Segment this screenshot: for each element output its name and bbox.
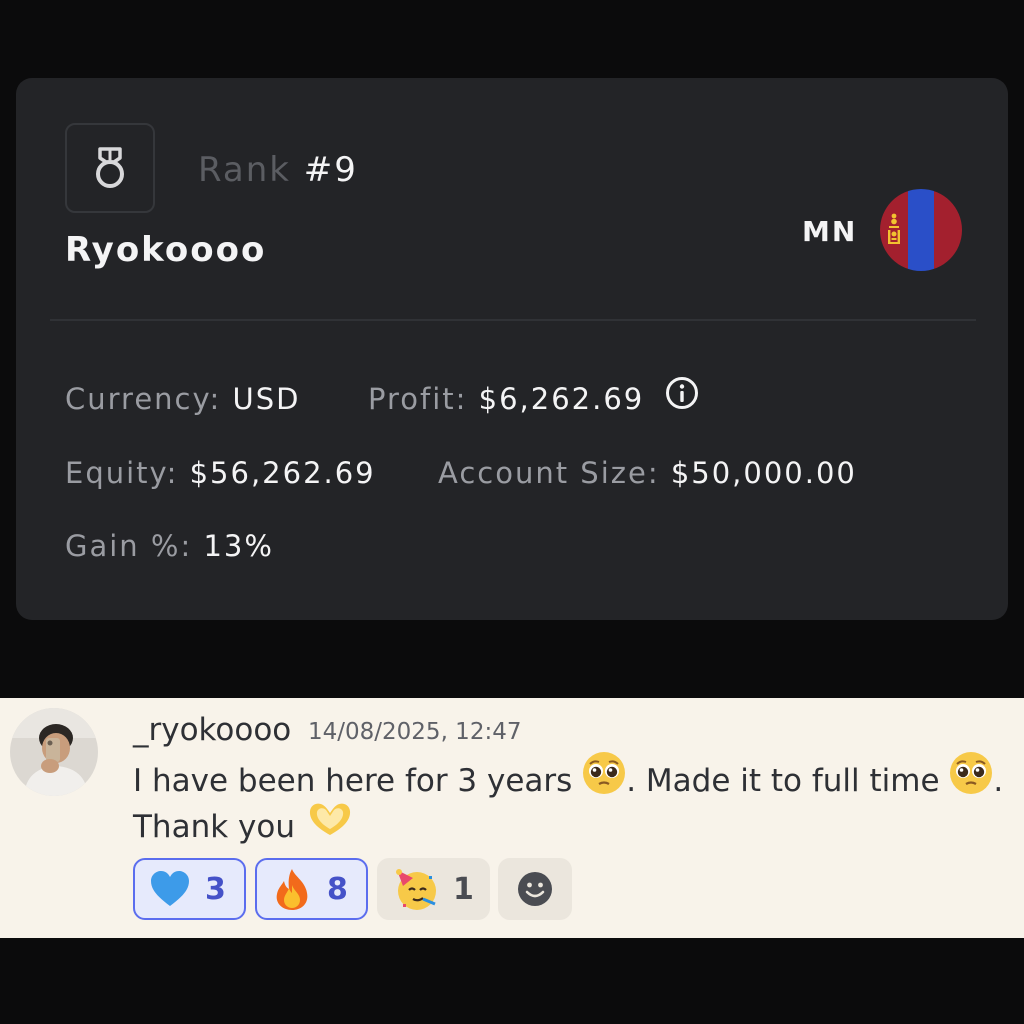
message-author[interactable]: _ryokoooo bbox=[133, 710, 291, 750]
blue-heart-icon bbox=[151, 871, 189, 906]
pleading-face-icon bbox=[949, 751, 993, 808]
reaction-partying-face[interactable]: 1 bbox=[377, 858, 490, 920]
chat-message: _ryokoooo 14/08/2025, 12:47 I have been … bbox=[0, 698, 1024, 938]
rank-line: Rank #9 bbox=[198, 146, 358, 194]
medal-icon bbox=[96, 147, 124, 188]
mongolia-flag-icon bbox=[880, 189, 962, 271]
stat-account-size: Account Size: $50,000.00 bbox=[438, 453, 857, 493]
message-text: Thank you bbox=[133, 809, 295, 845]
message-text-line-2: Thank you bbox=[133, 802, 355, 855]
stat-label: Account Size: bbox=[438, 456, 660, 490]
stat-label: Gain %: bbox=[65, 529, 193, 563]
card-divider bbox=[50, 319, 976, 321]
stat-value: $56,262.69 bbox=[189, 456, 376, 490]
smiley-icon bbox=[518, 872, 552, 906]
reaction-count: 3 bbox=[205, 871, 226, 907]
reaction-blue-heart[interactable]: 3 bbox=[133, 858, 246, 920]
avatar[interactable] bbox=[10, 708, 98, 796]
stat-label: Equity: bbox=[65, 456, 179, 490]
rank-label: Rank bbox=[198, 150, 291, 190]
stat-currency: Currency: USD bbox=[65, 379, 301, 419]
message-timestamp: 14/08/2025, 12:47 bbox=[308, 719, 522, 745]
reaction-fire[interactable]: 8 bbox=[255, 858, 368, 920]
message-text: I have been here for 3 years bbox=[133, 763, 573, 799]
reaction-count: 8 bbox=[327, 871, 348, 907]
heart-hands-icon bbox=[305, 799, 355, 852]
info-icon[interactable] bbox=[665, 376, 699, 420]
trader-username: Ryokoooo bbox=[65, 230, 267, 270]
fire-icon bbox=[276, 869, 308, 910]
medal-badge bbox=[65, 123, 155, 213]
stat-label: Currency: bbox=[65, 382, 222, 416]
stat-value: $50,000.00 bbox=[670, 456, 857, 490]
stat-value: 13% bbox=[203, 529, 274, 563]
stat-profit: Profit: $6,262.69 bbox=[368, 376, 699, 423]
stat-equity: Equity: $56,262.69 bbox=[65, 453, 376, 493]
stat-label: Profit: bbox=[368, 382, 468, 416]
add-reaction-button[interactable] bbox=[498, 858, 572, 920]
pleading-face-icon bbox=[582, 751, 626, 808]
message-text: . bbox=[993, 763, 1004, 799]
country-code: MN bbox=[802, 215, 858, 248]
stat-value: $6,262.69 bbox=[478, 382, 645, 416]
rank-card: Rank #9 Ryokoooo MN Currency: USD Profit… bbox=[16, 78, 1008, 620]
stat-gain: Gain %: 13% bbox=[65, 526, 274, 566]
reaction-count: 1 bbox=[453, 871, 474, 907]
partying-face-icon bbox=[396, 869, 436, 910]
rank-value: #9 bbox=[303, 150, 358, 190]
message-text: . Made it to full time bbox=[626, 763, 940, 799]
stat-value: USD bbox=[232, 382, 301, 416]
